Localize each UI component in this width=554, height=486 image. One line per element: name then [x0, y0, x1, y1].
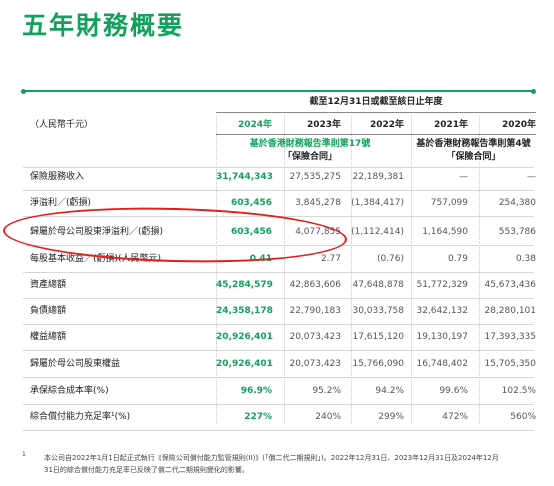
table-cell: 22,189,381: [352, 172, 404, 182]
table-cell: 102.5%: [501, 386, 536, 396]
table-cell: 30,033,758: [352, 306, 404, 316]
table-cell: 299%: [378, 412, 404, 422]
year-header-2021: 2021年: [433, 120, 468, 130]
table-cell: 47,648,878: [352, 280, 404, 290]
table-cell: 15,705,350: [484, 359, 536, 369]
footnote-mark: 1: [22, 451, 26, 458]
table-cell: 254,380: [498, 198, 536, 208]
footnote-line-1: 本公司自2022年1月1日起正式執行《保險公司償付能力監管規則(II)》(「償二…: [44, 454, 499, 462]
row-label: 資產總額: [30, 280, 67, 290]
row-rule: [23, 272, 534, 273]
standard-4-sublabel: 「保險合同」: [446, 152, 501, 162]
row-rule: [23, 377, 534, 378]
row-label: 權益總額: [30, 332, 67, 342]
table-cell: 99.6%: [439, 386, 468, 396]
table-cell: 27,535,275: [289, 172, 341, 182]
year-header-2020: 2020年: [501, 120, 536, 130]
row-label: 保險服務收入: [30, 172, 85, 182]
header-rule: [216, 112, 536, 113]
table-cell: (0.76): [376, 254, 404, 264]
row-rule: [23, 190, 534, 191]
table-cell: 1,164,590: [422, 227, 468, 237]
row-label: 綜合償付能力充足率¹(%): [30, 412, 131, 422]
table-cell: 553,786: [498, 227, 536, 237]
table-cell: 42,863,606: [289, 280, 341, 290]
table-cell: 24,358,178: [216, 306, 273, 316]
row-rule: [23, 324, 534, 325]
row-rule: [23, 404, 534, 405]
table-cell: 16,748,402: [416, 359, 468, 369]
table-cell: 227%: [244, 412, 272, 422]
row-label: 承保綜合成本率(%): [30, 386, 109, 396]
table-cell: (1,112,414): [351, 227, 404, 237]
table-cell: 45,284,579: [216, 280, 273, 290]
row-label: 淨溢利／(虧損): [30, 198, 92, 208]
table-cell: 96.9%: [240, 386, 272, 396]
table-cell: 240%: [315, 412, 341, 422]
row-label: 歸屬於母公司股東權益: [30, 359, 121, 369]
table-cell: 94.2%: [375, 386, 404, 396]
period-header: 截至12月31日或截至該日止年度: [309, 97, 443, 107]
divider-dot-left: [21, 88, 26, 94]
row-rule: [23, 298, 534, 299]
footnote-line-2: 31日的綜合償付能力充足率已反映了償二代二期規則變化的影響。: [44, 466, 249, 474]
unit-label: （人民幣千元）: [30, 120, 94, 130]
table-cell: 28,280,101: [484, 306, 536, 316]
table-cell: 19,130,197: [416, 332, 468, 342]
row-rule: [23, 350, 534, 351]
table-cell: 757,099: [430, 198, 468, 208]
table-cell: 31,744,343: [216, 172, 273, 182]
table-cell: 0.79: [447, 254, 468, 264]
standard-17-label: 基於香港財務報告準則第17號: [249, 139, 371, 149]
footnote-text: 本公司自2022年1月1日起正式執行《保險公司償付能力監管規則(II)》(「償二…: [44, 452, 549, 476]
standard-17-sublabel: 「保險合同」: [282, 152, 337, 162]
table-cell: 3,845,278: [295, 198, 341, 208]
table-cell: 20,073,423: [289, 359, 341, 369]
table-cell: 20,073,423: [289, 332, 341, 342]
table-cell: 560%: [510, 412, 536, 422]
table-cell: —: [527, 172, 536, 182]
year-header-2022: 2022年: [369, 120, 404, 130]
table-cell: 17,615,120: [352, 332, 404, 342]
table-cell: 95.2%: [312, 386, 341, 396]
divider-dot-right: [531, 88, 536, 94]
row-label: 負債總額: [30, 306, 67, 316]
title-divider: [21, 88, 536, 94]
table-cell: 603,456: [231, 198, 272, 208]
table-cell: —: [459, 172, 468, 182]
table-cell: 22,790,183: [289, 306, 341, 316]
year-rule: [216, 134, 536, 135]
page-title: 五年財務概要: [22, 11, 185, 40]
year-header-2023: 2023年: [306, 120, 341, 130]
row-rule: [23, 430, 534, 431]
table-cell: 20,926,401: [216, 359, 273, 369]
table-cell: 32,642,132: [416, 306, 468, 316]
table-cell: 0.38: [515, 254, 536, 264]
table-cell: 17,393,335: [484, 332, 536, 342]
table-cell: (1,384,417): [351, 198, 404, 208]
table-cell: 45,673,436: [484, 280, 536, 290]
year-header-2024: 2024年: [237, 120, 272, 130]
standard-4-label: 基於香港財務報告準則第4號: [416, 139, 531, 149]
table-cell: 472%: [442, 412, 468, 422]
table-cell: 51,772,329: [416, 280, 468, 290]
table-cell: 20,926,401: [216, 332, 273, 342]
row-rule: [23, 167, 534, 168]
table-cell: 15,766,090: [352, 359, 404, 369]
